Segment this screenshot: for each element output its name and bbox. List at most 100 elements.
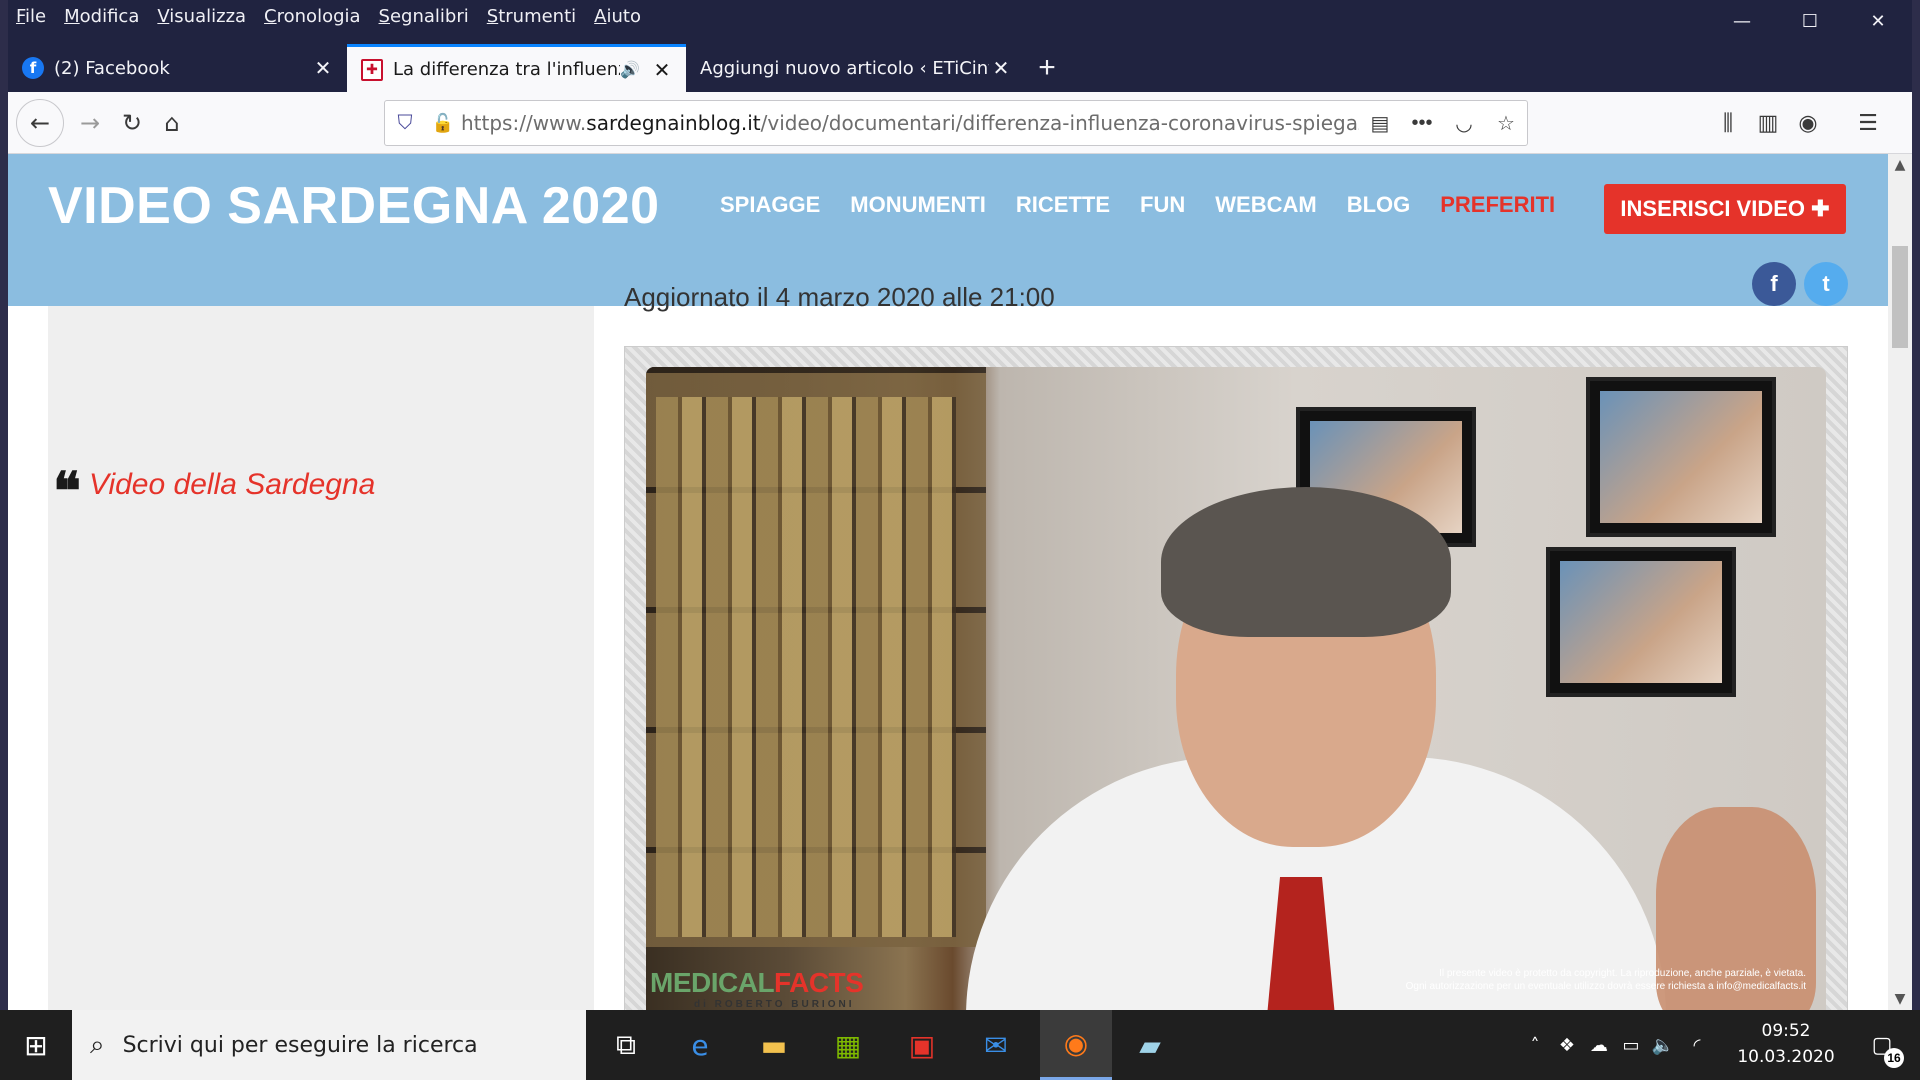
page-scrollbar[interactable]: ▲ ▼	[1888, 154, 1912, 1010]
tab-active-article[interactable]: ✚ La differenza tra l'influenza e 🔊 ✕	[347, 44, 686, 92]
page-actions-icon[interactable]: •••	[1401, 112, 1443, 135]
inserisci-video-button[interactable]: INSERISCI VIDEO ✚	[1604, 184, 1846, 234]
medicalfacts-subtitle: di ROBERTO BURIONI	[694, 999, 855, 1010]
minimize-button[interactable]: —	[1708, 0, 1776, 42]
sardegna-flag-icon: ✚	[361, 58, 383, 81]
window-controls: — ☐ ✕	[1708, 0, 1912, 42]
facebook-share-icon[interactable]: f	[1752, 262, 1796, 306]
tracking-shield-icon[interactable]: ⛉	[385, 112, 425, 135]
store-icon[interactable]: ▦	[812, 1010, 884, 1080]
scroll-thumb[interactable]	[1892, 246, 1908, 348]
maximize-button[interactable]: ☐	[1776, 0, 1844, 42]
menu-strumenti[interactable]: Strumenti	[487, 6, 576, 27]
notification-count: 16	[1884, 1048, 1904, 1068]
speaker-icon[interactable]: 🔊	[620, 60, 640, 79]
sidebar-quote: ❝ Video della Sardegna	[53, 458, 375, 522]
tab-strip: f (2) Facebook ✕ ✚ La differenza tra l'i…	[8, 44, 1912, 92]
updated-date: Aggiornato il 4 marzo 2020 alle 21:00	[624, 282, 1055, 312]
books	[656, 397, 956, 937]
back-button[interactable]: ←	[16, 99, 64, 147]
close-tab-icon[interactable]: ✕	[650, 58, 674, 82]
nav-monumenti[interactable]: MONUMENTI	[850, 192, 986, 218]
tab-title: (2) Facebook	[54, 57, 170, 79]
dropbox-icon[interactable]: ❖	[1552, 1010, 1582, 1080]
menu-cronologia[interactable]: Cronologia	[264, 6, 361, 27]
reader-view-icon[interactable]: ▤	[1359, 111, 1401, 136]
url-bar[interactable]: ⛉ 🔓 https://www.sardegnainblog.it/video/…	[384, 100, 1528, 146]
search-icon: ⌕	[90, 1029, 105, 1060]
web-page: VIDEO SARDEGNA 2020 SPIAGGE MONUMENTI RI…	[8, 154, 1912, 1010]
task-view-icon[interactable]: ⧉	[590, 1010, 662, 1080]
close-tab-icon[interactable]: ✕	[989, 56, 1013, 80]
facebook-icon: f	[22, 57, 44, 79]
home-icon[interactable]: ⌂	[152, 103, 192, 143]
taskbar-search[interactable]: ⌕ Scrivi qui per eseguire la ricerca	[72, 1010, 586, 1080]
video-player[interactable]: MEDICALFACTS di ROBERTO BURIONI Il prese…	[646, 367, 1826, 1010]
pocket-icon[interactable]: ◡	[1443, 111, 1485, 136]
forward-button[interactable]: →	[70, 103, 110, 143]
new-tab-button[interactable]: +	[1025, 44, 1069, 92]
windows-start-icon[interactable]: ⊞	[0, 1010, 72, 1080]
site-logo[interactable]: VIDEO SARDEGNA 2020	[48, 176, 660, 236]
file-explorer-icon[interactable]: ▬	[738, 1010, 810, 1080]
tab-title: Aggiungi nuovo articolo ‹ ETiCinformazio…	[700, 57, 989, 79]
tab-aggiungi-articolo[interactable]: Aggiungi nuovo articolo ‹ ETiCinformazio…	[686, 44, 1025, 92]
url-text[interactable]: https://www.sardegnainblog.it/video/docu…	[461, 111, 1359, 135]
medicalfacts-logo: MEDICALFACTS	[650, 967, 864, 999]
scroll-down-icon[interactable]: ▼	[1888, 988, 1912, 1010]
menu-aiuto[interactable]: Aiuto	[594, 6, 641, 27]
battery-icon[interactable]: ▭	[1616, 1010, 1646, 1080]
sidebar-quote-text[interactable]: Video della Sardegna	[89, 468, 375, 502]
tray-chevron-icon[interactable]: ˄	[1520, 1010, 1550, 1080]
twitter-share-icon[interactable]: t	[1804, 262, 1848, 306]
menu-modifica[interactable]: Modifica	[64, 6, 139, 27]
notification-center-icon[interactable]: ▢ 16	[1854, 1010, 1910, 1080]
quote-icon: ❝	[53, 461, 81, 522]
close-window-button[interactable]: ✕	[1844, 0, 1912, 42]
taskbar-clock[interactable]: 09:52 10.03.2020	[1730, 1018, 1842, 1070]
nav-spiagge[interactable]: SPIAGGE	[720, 192, 820, 218]
medicalfacts-logo-medical: MEDICAL	[650, 967, 775, 998]
reload-button[interactable]: ↻	[112, 103, 152, 143]
sidebar-icon[interactable]: ▥	[1748, 103, 1788, 143]
mail-icon[interactable]: ✉	[960, 1010, 1032, 1080]
nav-blog[interactable]: BLOG	[1347, 192, 1411, 218]
notepad-app-icon[interactable]: ▰	[1114, 1010, 1186, 1080]
clock-time: 09:52	[1761, 1021, 1811, 1041]
hamburger-menu-icon[interactable]: ☰	[1848, 103, 1888, 143]
medicalfacts-logo-facts: FACTS	[774, 967, 864, 998]
nav-webcam[interactable]: WEBCAM	[1215, 192, 1316, 218]
tab-facebook[interactable]: f (2) Facebook ✕	[8, 44, 347, 92]
library-icon[interactable]: ⫼	[1708, 103, 1748, 143]
nav-ricette[interactable]: RICETTE	[1016, 192, 1110, 218]
menu-bar: File Modifica Visualizza Cronologia Segn…	[8, 0, 659, 32]
site-nav: SPIAGGE MONUMENTI RICETTE FUN WEBCAM BLO…	[720, 192, 1585, 218]
nav-toolbar: ← → ↻ ⌂ ⛉ 🔓 https://www.sardegnainblog.i…	[8, 92, 1912, 154]
url-host: sardegnainblog.it	[586, 111, 761, 135]
edge-icon[interactable]: e	[664, 1010, 736, 1080]
volume-icon[interactable]: 🔈	[1648, 1010, 1678, 1080]
scroll-up-icon[interactable]: ▲	[1888, 154, 1912, 176]
gift-app-icon[interactable]: ▣	[886, 1010, 958, 1080]
onedrive-icon[interactable]: ☁	[1584, 1010, 1614, 1080]
firefox-icon[interactable]: ◉	[1040, 1010, 1112, 1080]
nav-fun[interactable]: FUN	[1140, 192, 1185, 218]
wall-photo	[1586, 377, 1776, 537]
bookmark-star-icon[interactable]: ☆	[1485, 111, 1527, 136]
video-copyright: Il presente video è protetto da copyrigh…	[1346, 967, 1806, 993]
nav-preferiti[interactable]: PREFERITI	[1440, 192, 1555, 218]
copyright-line-2: Ogni autorizzazione per un eventuale uti…	[1405, 981, 1806, 992]
taskbar: ⊞ ⌕ Scrivi qui per eseguire la ricerca ⧉…	[0, 1010, 1920, 1080]
insecure-lock-icon[interactable]: 🔓	[425, 113, 461, 134]
url-path: /video/documentari/differenza-influenza-…	[760, 111, 1359, 135]
menu-segnalibri[interactable]: Segnalibri	[379, 6, 469, 27]
menu-visualizza[interactable]: Visualizza	[157, 6, 246, 27]
doctor-hair	[1161, 487, 1451, 637]
url-scheme: https://www.	[461, 111, 587, 135]
menu-file[interactable]: File	[16, 6, 46, 27]
clock-date: 10.03.2020	[1737, 1047, 1835, 1067]
account-icon[interactable]: ◉	[1788, 103, 1828, 143]
tab-title: La differenza tra l'influenza e	[393, 59, 620, 80]
close-tab-icon[interactable]: ✕	[311, 56, 335, 80]
wifi-icon[interactable]: ◜	[1682, 1010, 1712, 1080]
